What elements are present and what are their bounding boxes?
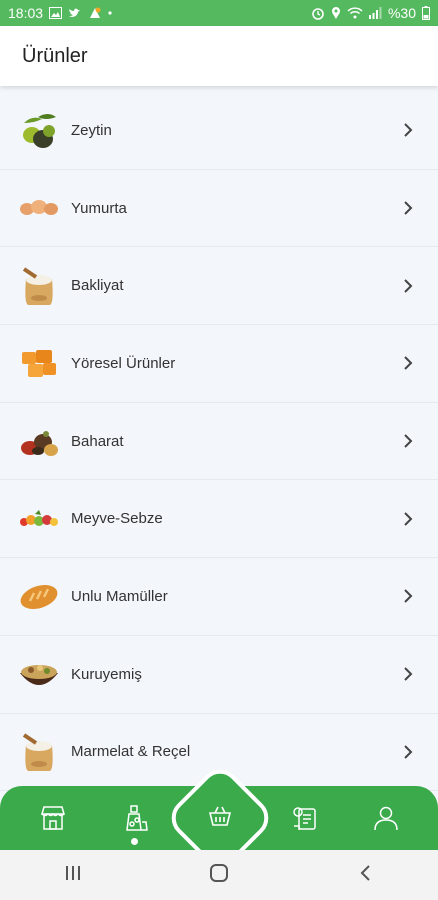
chevron-right-icon bbox=[402, 667, 416, 681]
list-item-bakliyat[interactable]: Bakliyat bbox=[0, 247, 438, 326]
status-bar: 18:03 %30 bbox=[0, 0, 438, 26]
list-item-kuruyemis[interactable]: Kuruyemiş bbox=[0, 636, 438, 714]
fruit-vegetable-icon bbox=[18, 498, 60, 540]
products-icon bbox=[121, 804, 149, 837]
chevron-right-icon bbox=[402, 589, 416, 604]
home-button[interactable] bbox=[199, 855, 239, 895]
signal-icon bbox=[368, 7, 382, 19]
twitter-icon bbox=[68, 7, 82, 19]
chevron-right-icon bbox=[402, 512, 416, 526]
profile-icon bbox=[372, 804, 400, 837]
battery-icon bbox=[422, 6, 430, 20]
item-label: Marmelat & Reçel bbox=[71, 743, 191, 761]
more-notifications-dot-icon bbox=[108, 11, 112, 15]
app-notification-icon bbox=[88, 6, 102, 20]
app-header: Ürünler bbox=[0, 26, 438, 86]
recent-apps-icon bbox=[64, 865, 82, 886]
regional-products-icon bbox=[18, 342, 60, 384]
egg-icon bbox=[18, 187, 60, 229]
item-label: Yumurta bbox=[71, 199, 127, 217]
bread-icon bbox=[18, 575, 60, 617]
item-label: Bakliyat bbox=[71, 277, 124, 295]
page-title: Ürünler bbox=[22, 44, 88, 67]
list-item-meyve-sebze[interactable]: Meyve-Sebze bbox=[0, 480, 438, 559]
back-button[interactable] bbox=[345, 855, 385, 895]
system-navigation-bar bbox=[0, 850, 438, 900]
nav-store[interactable] bbox=[33, 800, 73, 840]
back-icon bbox=[359, 864, 371, 887]
recent-apps-button[interactable] bbox=[53, 855, 93, 895]
product-category-list: Zeytin Yumurta Bakliyat Yöresel Ürünler … bbox=[0, 92, 438, 792]
active-indicator bbox=[131, 838, 138, 845]
orders-icon bbox=[291, 804, 319, 837]
list-item-yoresel-urunler[interactable]: Yöresel Ürünler bbox=[0, 325, 438, 403]
list-item-unlu-mamuller[interactable]: Unlu Mamüller bbox=[0, 558, 438, 636]
gallery-icon bbox=[49, 7, 63, 19]
list-item-zeytin[interactable]: Zeytin bbox=[0, 92, 438, 170]
chevron-right-icon bbox=[402, 745, 416, 759]
store-icon bbox=[39, 804, 67, 837]
olive-icon bbox=[18, 109, 60, 151]
item-label: Meyve-Sebze bbox=[71, 510, 163, 528]
item-label: Yöresel Ürünler bbox=[71, 354, 176, 372]
wifi-icon bbox=[347, 7, 363, 19]
status-time: 18:03 bbox=[8, 5, 44, 21]
list-item-yumurta[interactable]: Yumurta bbox=[0, 170, 438, 248]
chevron-right-icon bbox=[402, 279, 416, 293]
item-label: Zeytin bbox=[71, 121, 112, 139]
chevron-right-icon bbox=[402, 356, 416, 371]
chevron-right-icon bbox=[402, 123, 416, 138]
home-icon bbox=[209, 863, 229, 888]
item-label: Unlu Mamüller bbox=[71, 587, 168, 605]
jam-sack-icon bbox=[18, 731, 60, 773]
item-label: Kuruyemiş bbox=[71, 665, 142, 683]
chevron-right-icon bbox=[402, 201, 416, 215]
nav-profile[interactable] bbox=[366, 800, 406, 840]
battery-percentage: %30 bbox=[387, 5, 416, 21]
alarm-icon bbox=[311, 6, 325, 20]
nav-orders[interactable] bbox=[285, 800, 325, 840]
location-icon bbox=[331, 6, 341, 20]
chevron-right-icon bbox=[402, 434, 416, 448]
nav-products[interactable] bbox=[115, 800, 155, 840]
basket-icon bbox=[207, 803, 233, 834]
spice-icon bbox=[18, 420, 60, 462]
list-item-baharat[interactable]: Baharat bbox=[0, 403, 438, 481]
nuts-bowl-icon bbox=[18, 653, 60, 695]
item-label: Baharat bbox=[71, 432, 124, 450]
grain-sack-icon bbox=[18, 265, 60, 307]
